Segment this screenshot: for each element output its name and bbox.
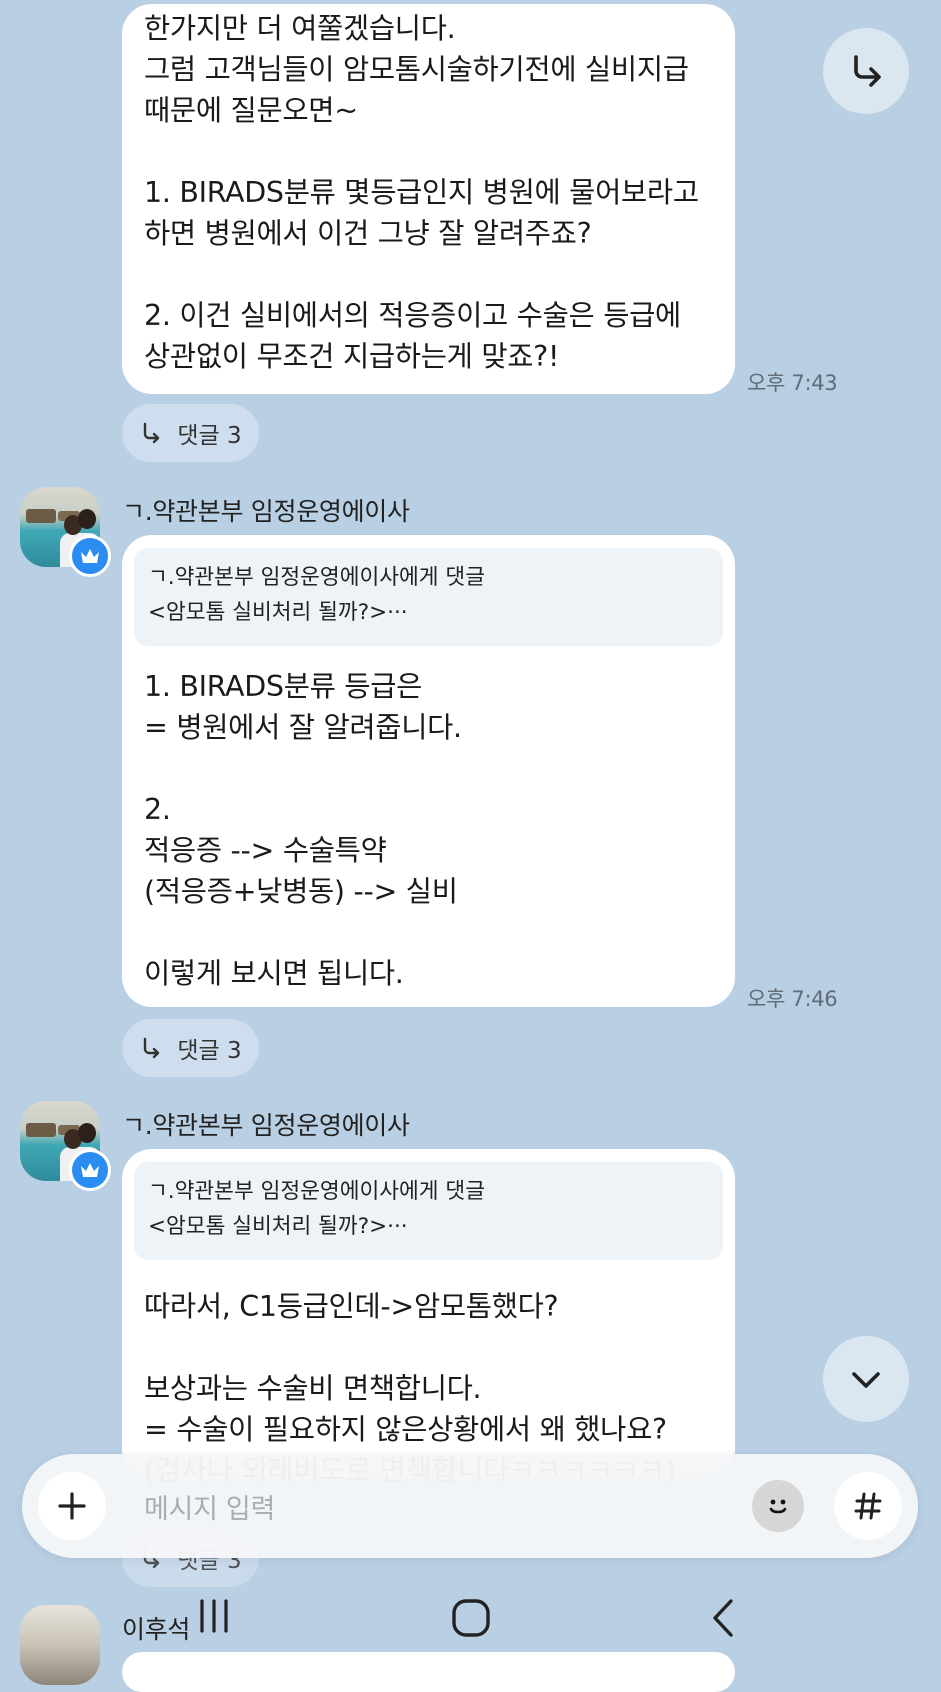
message-time: 오후 7:46 [747,987,838,1011]
message-bubble[interactable] [122,1652,735,1692]
sender-name: ㄱ.약관본부 임정운영에이사 [122,497,410,526]
share-arrow-icon [854,55,881,87]
emoji-button[interactable] [752,1480,804,1532]
add-attachment-button[interactable] [38,1472,106,1540]
message-text: 1. BIRADS분류 등급은 = 병원에서 잘 알려줍니다. 2. 적응증 -… [144,670,462,990]
quote-preview: <암모톰 실비처리 될까?>··· [148,600,408,625]
home-icon[interactable] [450,1597,492,1639]
reply-arrow-icon [144,422,160,444]
scroll-down-button[interactable] [823,1336,909,1422]
message-bubble[interactable]: ㄱ.약관본부 임정운영에이사에게 댓글 <암모톰 실비처리 될까?>··· 따라… [122,1149,735,1487]
message-input-bar: 메시지 입력 [22,1454,918,1558]
crown-icon [81,549,99,563]
quote-preview: <암모톰 실비처리 될까?>··· [148,1214,408,1239]
recent-apps-icon[interactable] [196,1597,236,1637]
crown-icon [81,1163,99,1177]
reply-count-label: 댓글 3 [177,423,242,449]
message-time: 오후 7:43 [747,371,838,395]
sender-name: ㄱ.약관본부 임정운영에이사 [122,1111,410,1140]
chevron-down-icon [852,1372,880,1388]
message-bubble[interactable]: ㄱ.약관본부 임정운영에이사에게 댓글 <암모톰 실비처리 될까?>··· 1.… [122,535,735,1007]
message-input[interactable]: 메시지 입력 [144,1487,275,1526]
reply-quote[interactable]: ㄱ.약관본부 임정운영에이사에게 댓글 <암모톰 실비처리 될까?>··· [134,1162,723,1260]
hashtag-icon [854,1492,882,1520]
reply-count-button[interactable]: 댓글 3 [122,1019,259,1077]
plus-icon [58,1492,86,1520]
quote-title: ㄱ.약관본부 임정운영에이사에게 댓글 [148,1179,485,1204]
reply-count-label: 댓글 3 [177,1038,242,1064]
message-text: 한가지만 더 여쭐겠습니다. 그럼 고객님들이 암모톰시술하기전에 실비지급 때… [144,12,699,373]
crown-badge [69,1149,111,1191]
reply-count-button[interactable]: 댓글 3 [122,404,259,462]
crown-badge [69,535,111,577]
share-button[interactable] [823,28,909,114]
message-bubble[interactable]: 한가지만 더 여쭐겠습니다. 그럼 고객님들이 암모톰시술하기전에 실비지급 때… [122,4,735,394]
hashtag-button[interactable] [834,1472,902,1540]
reply-arrow-icon [144,1037,160,1059]
quote-title: ㄱ.약관본부 임정운영에이사에게 댓글 [148,565,485,590]
reply-quote[interactable]: ㄱ.약관본부 임정운영에이사에게 댓글 <암모톰 실비처리 될까?>··· [134,548,723,646]
sender-name: 이후석 [122,1615,191,1644]
avatar[interactable] [20,1605,100,1685]
emoji-icon [769,1499,787,1514]
back-icon[interactable] [707,1597,739,1639]
